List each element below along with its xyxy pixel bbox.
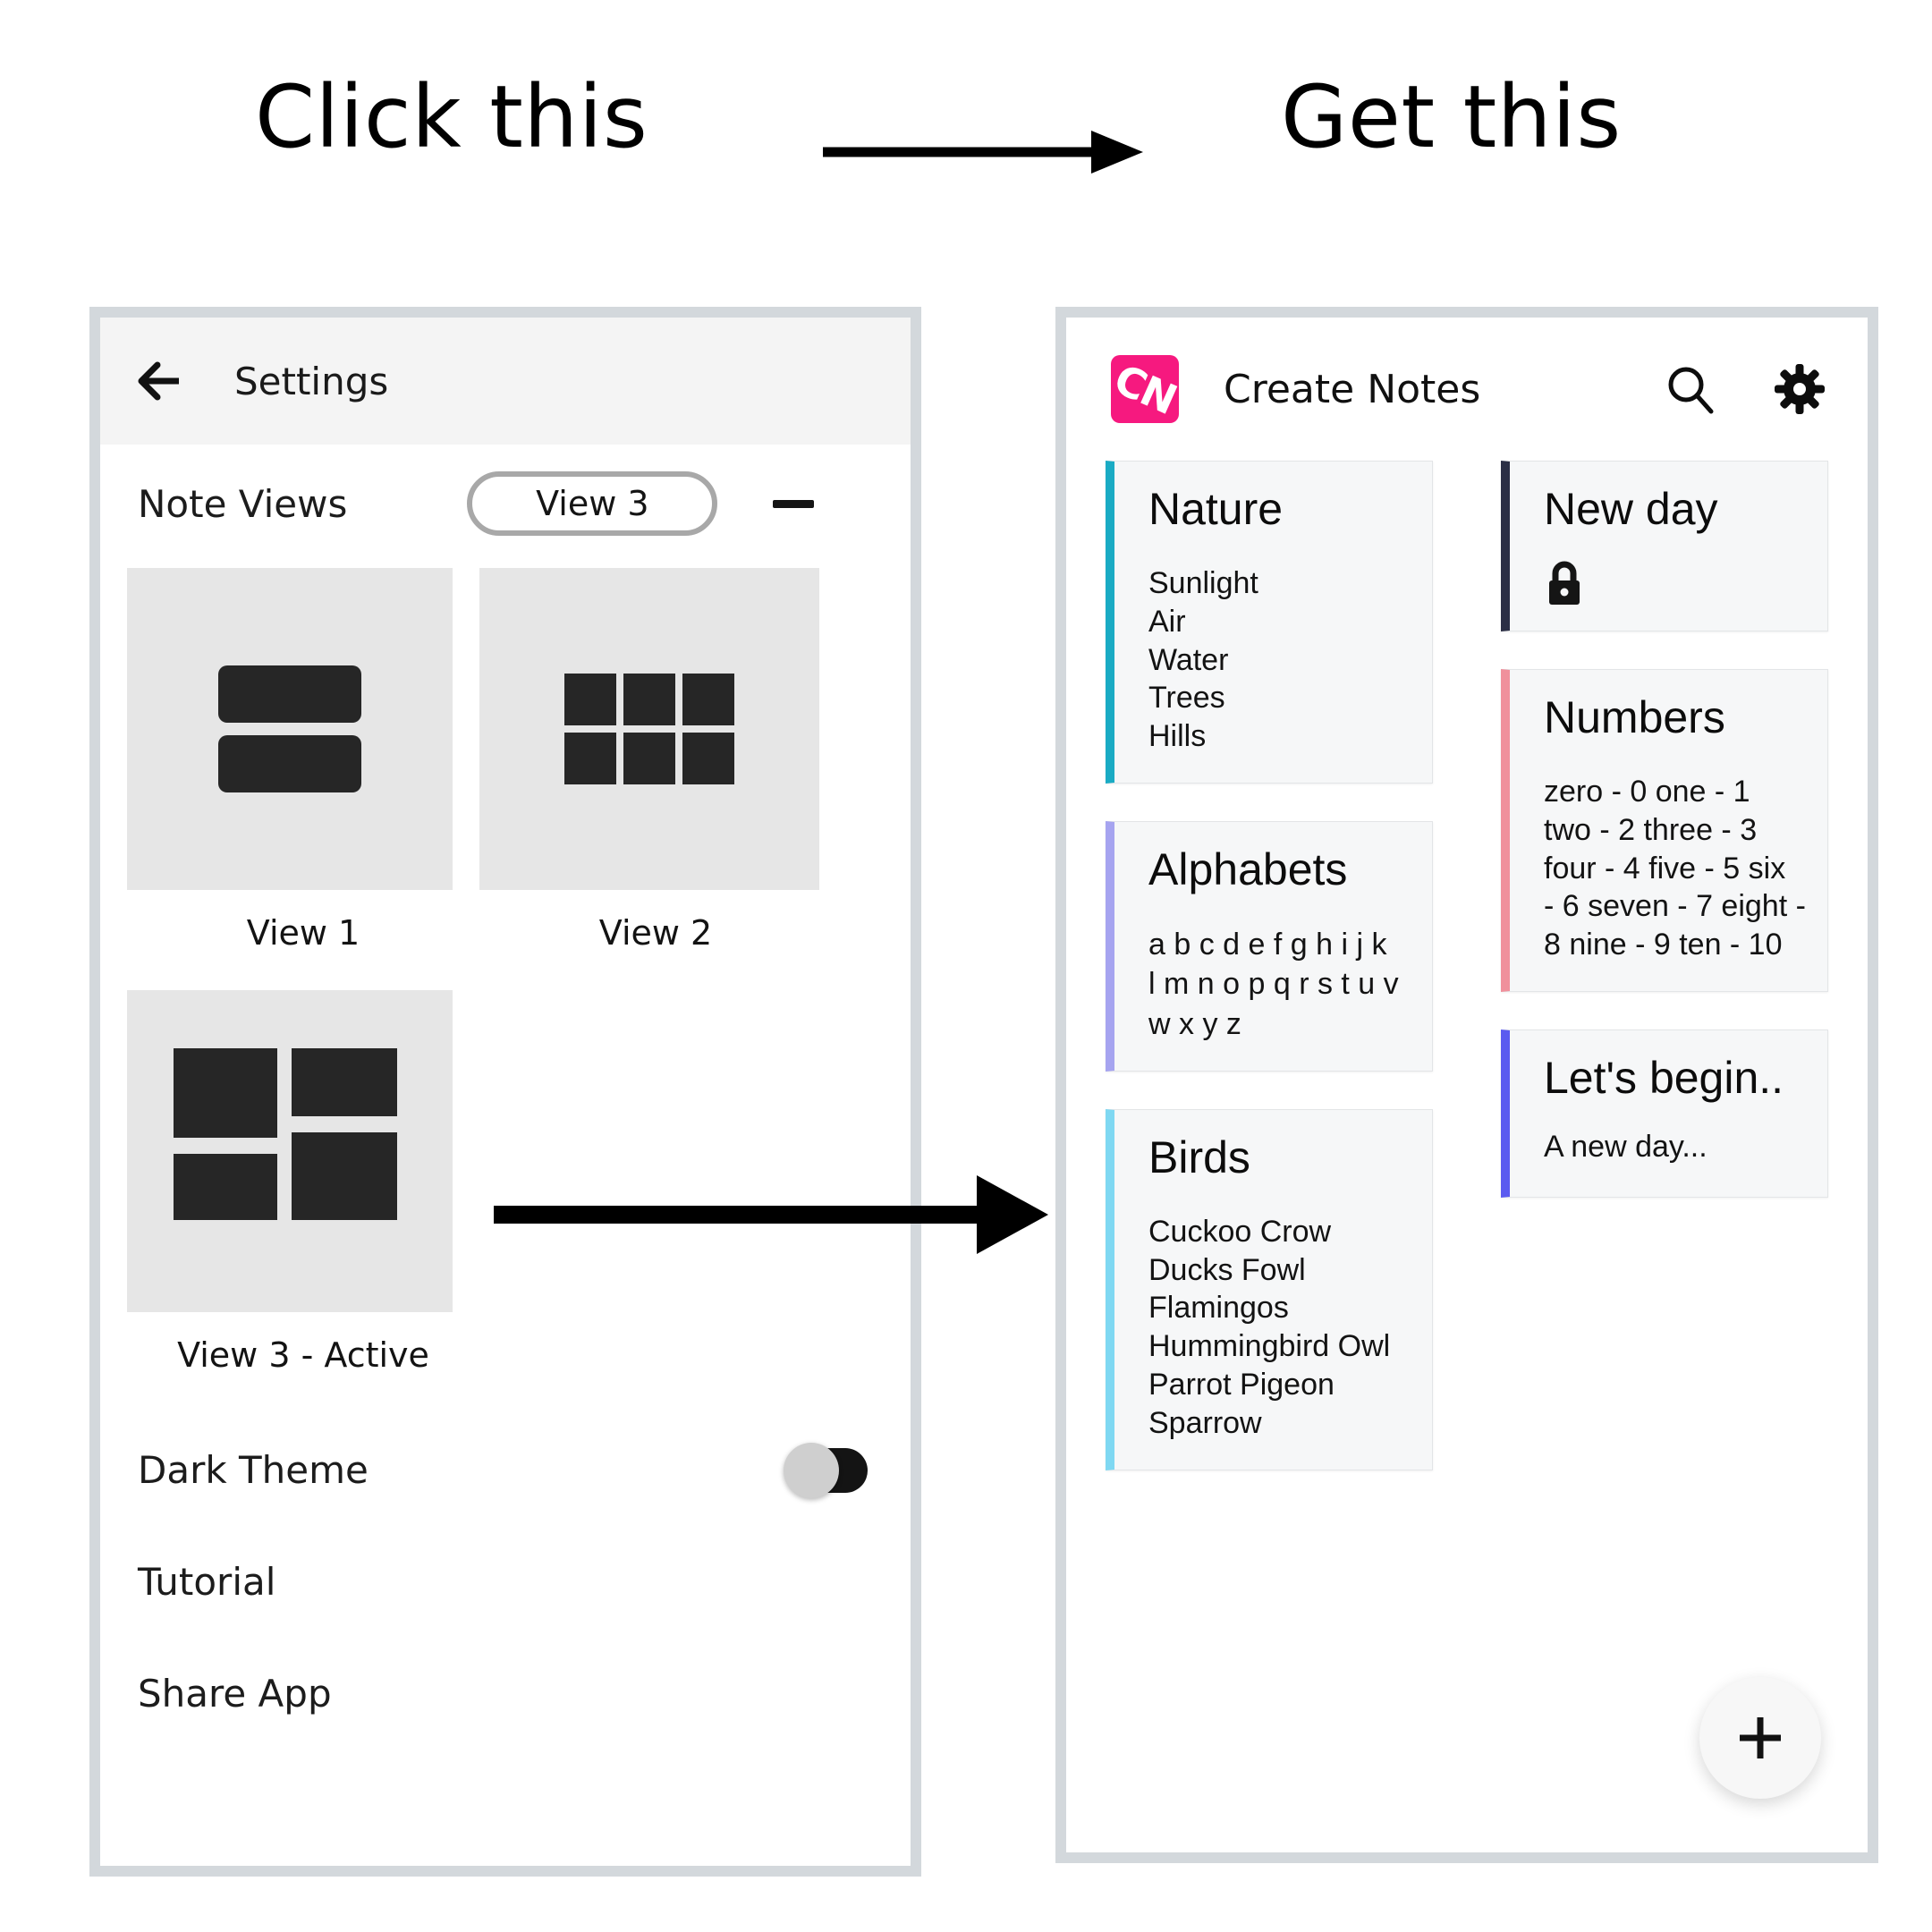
annotation-get-this: Get this — [1281, 67, 1622, 167]
phone-frame-settings: Settings Note Views View 3 View 1 View 2… — [89, 307, 921, 1877]
note-views-label: Note Views — [138, 481, 348, 526]
app-logo-icon: CN — [1111, 355, 1179, 423]
minus-icon[interactable] — [773, 499, 815, 508]
back-arrow-icon[interactable] — [136, 358, 182, 404]
settings-screen: Settings Note Views View 3 View 1 View 2… — [100, 318, 911, 1866]
annotation-click-this: Click this — [255, 67, 648, 167]
view-1-thumbnail[interactable] — [127, 568, 453, 890]
search-icon[interactable] — [1664, 362, 1717, 416]
note-body: Sunlight Air Water Trees Hills — [1148, 566, 1258, 754]
notes-column-left: Nature Sunlight Air Water Trees Hills Al… — [1106, 461, 1433, 1508]
grid-six-icon — [564, 674, 734, 784]
notes-grid: Nature Sunlight Air Water Trees Hills Al… — [1066, 461, 1868, 1508]
settings-row-tutorial[interactable]: Tutorial — [100, 1526, 911, 1638]
note-title: Nature — [1148, 484, 1284, 534]
note-card[interactable]: Numbers zero - 0 one - 1 two - 2 three -… — [1501, 669, 1828, 993]
view-option-1[interactable]: View 1 — [127, 568, 479, 953]
settings-row-share-app[interactable]: Share App — [100, 1638, 911, 1750]
note-card[interactable]: New day — [1501, 461, 1828, 631]
notes-screen: CN Create Notes Nature Sunlight Air Wate… — [1066, 318, 1868, 1852]
staggered-mosaic-icon — [174, 1048, 406, 1254]
note-card[interactable]: Let's begin.. A new day... — [1501, 1030, 1828, 1198]
note-body: Cuckoo Crow Ducks Fowl Flamingos Humming… — [1148, 1214, 1391, 1440]
view-option-3[interactable]: View 3 - Active — [127, 990, 479, 1375]
two-rows-icon — [218, 665, 361, 792]
note-title: Let's begin.. — [1544, 1053, 1784, 1104]
phone-frame-notes: CN Create Notes Nature Sunlight Air Wate… — [1055, 307, 1878, 1863]
note-title: Alphabets — [1148, 844, 1348, 895]
settings-row-dark-theme[interactable]: Dark Theme — [100, 1414, 911, 1526]
view-1-caption: View 1 — [246, 913, 360, 953]
app-logo-text: CN — [1111, 355, 1179, 423]
dark-theme-label: Dark Theme — [138, 1448, 369, 1492]
selected-view-chip[interactable]: View 3 — [467, 471, 718, 536]
screenshot-root: Click this Get this Settings Note Views … — [0, 0, 1932, 1932]
note-card[interactable]: Alphabets a b c d e f g h i j k l m n o … — [1106, 821, 1433, 1072]
note-body: A new day... — [1544, 1130, 1707, 1165]
dark-theme-toggle[interactable] — [784, 1442, 868, 1498]
note-title: Birds — [1148, 1131, 1250, 1182]
view-2-thumbnail[interactable] — [479, 568, 819, 890]
app-title: Create Notes — [1224, 366, 1481, 412]
view-option-2[interactable]: View 2 — [479, 568, 832, 953]
view-2-caption: View 2 — [598, 913, 713, 953]
right-arrow-icon — [823, 131, 1143, 174]
settings-appbar: Settings — [100, 318, 911, 445]
tutorial-label: Tutorial — [138, 1560, 276, 1604]
note-title: New day — [1544, 484, 1718, 534]
note-body: a b c d e f g h i j k l m n o p q r s t … — [1148, 928, 1399, 1041]
note-card[interactable]: Nature Sunlight Air Water Trees Hills — [1106, 461, 1433, 784]
lock-icon — [1549, 561, 1580, 605]
toggle-knob — [784, 1442, 839, 1498]
fab-container — [1066, 1620, 1868, 1852]
notes-column-right: New day Numbers zero - 0 one - 1 two - 2… — [1501, 461, 1828, 1235]
view-3-caption: View 3 - Active — [177, 1335, 429, 1375]
view-3-thumbnail[interactable] — [127, 990, 453, 1312]
add-note-button[interactable] — [1699, 1677, 1821, 1799]
page-title: Settings — [234, 359, 389, 403]
note-title: Numbers — [1544, 692, 1725, 742]
note-body: zero - 0 one - 1 two - 2 three - 3 four … — [1544, 775, 1806, 962]
notes-appbar: CN Create Notes — [1066, 318, 1868, 461]
note-views-row: Note Views View 3 — [100, 445, 911, 536]
note-card[interactable]: Birds Cuckoo Crow Ducks Fowl Flamingos H… — [1106, 1108, 1433, 1470]
share-app-label: Share App — [138, 1672, 332, 1716]
gear-icon[interactable] — [1773, 362, 1826, 416]
plus-icon — [1740, 1717, 1781, 1758]
right-arrow-icon — [494, 1175, 1048, 1254]
